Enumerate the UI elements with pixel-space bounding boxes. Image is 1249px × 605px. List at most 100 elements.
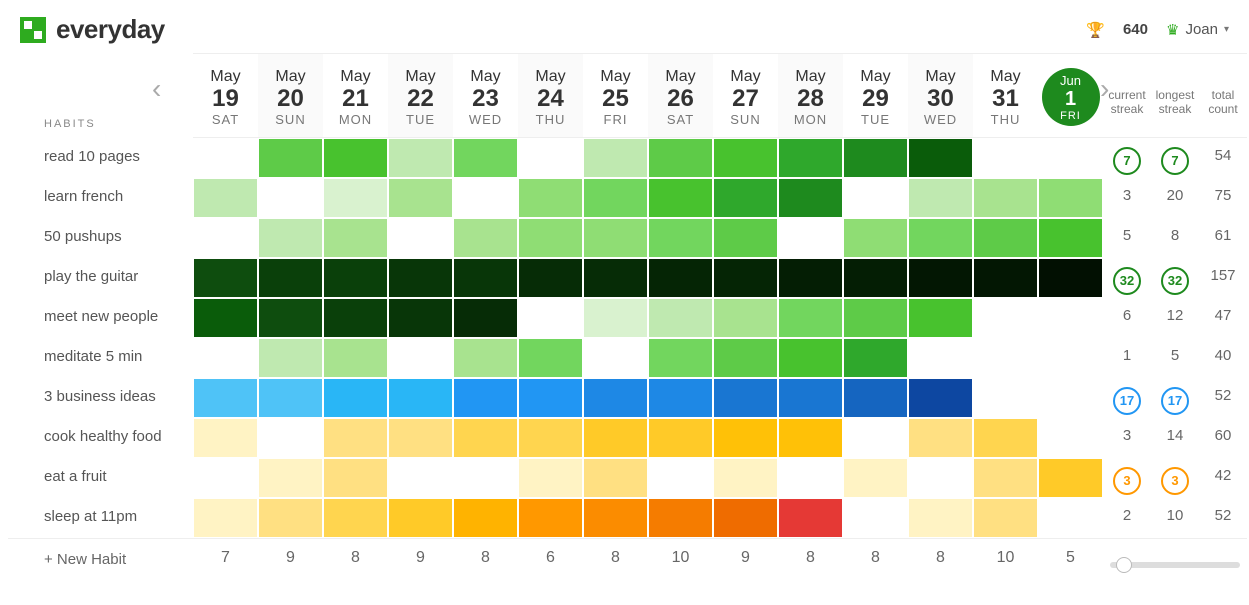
habit-cell[interactable] <box>583 498 648 538</box>
habit-cell[interactable] <box>388 218 453 258</box>
habit-cell[interactable] <box>908 178 973 218</box>
habit-cell[interactable] <box>323 458 388 498</box>
habit-cell[interactable] <box>323 338 388 378</box>
habit-name[interactable]: 50 pushups <box>8 218 193 258</box>
habit-cell[interactable] <box>648 378 713 418</box>
habit-cell[interactable] <box>908 418 973 458</box>
habit-cell[interactable] <box>583 138 648 178</box>
habit-cell[interactable] <box>778 138 843 178</box>
habit-cell[interactable] <box>648 218 713 258</box>
habit-cell[interactable] <box>778 458 843 498</box>
habit-cell[interactable] <box>973 298 1038 338</box>
habit-cell[interactable] <box>453 178 518 218</box>
habit-cell[interactable] <box>518 418 583 458</box>
habit-cell[interactable] <box>388 138 453 178</box>
habit-cell[interactable] <box>258 258 323 298</box>
habit-cell[interactable] <box>518 178 583 218</box>
habit-cell[interactable] <box>908 258 973 298</box>
habit-cell[interactable] <box>843 138 908 178</box>
habit-cell[interactable] <box>323 498 388 538</box>
habit-cell[interactable] <box>323 258 388 298</box>
zoom-slider[interactable] <box>1110 562 1240 568</box>
habit-cell[interactable] <box>193 458 258 498</box>
habit-cell[interactable] <box>713 418 778 458</box>
habit-cell[interactable] <box>908 498 973 538</box>
date-header[interactable]: May26SAT <box>648 53 713 138</box>
habit-cell[interactable] <box>323 378 388 418</box>
habit-cell[interactable] <box>193 138 258 178</box>
habit-cell[interactable] <box>778 378 843 418</box>
habit-cell[interactable] <box>778 298 843 338</box>
habit-cell[interactable] <box>193 338 258 378</box>
habit-cell[interactable] <box>388 298 453 338</box>
habit-cell[interactable] <box>843 178 908 218</box>
habit-cell[interactable] <box>453 138 518 178</box>
new-habit-button[interactable]: + New Habit <box>8 538 193 580</box>
habit-cell[interactable] <box>258 338 323 378</box>
habit-cell[interactable] <box>648 138 713 178</box>
habit-cell[interactable] <box>323 138 388 178</box>
habit-cell[interactable] <box>1038 298 1103 338</box>
habit-cell[interactable] <box>778 338 843 378</box>
habit-cell[interactable] <box>518 338 583 378</box>
habit-cell[interactable] <box>1038 378 1103 418</box>
habit-cell[interactable] <box>388 458 453 498</box>
habit-cell[interactable] <box>778 498 843 538</box>
habit-cell[interactable] <box>453 378 518 418</box>
habit-cell[interactable] <box>908 338 973 378</box>
habit-cell[interactable] <box>258 178 323 218</box>
habit-cell[interactable] <box>843 498 908 538</box>
habit-cell[interactable] <box>1038 178 1103 218</box>
habit-cell[interactable] <box>713 258 778 298</box>
habit-cell[interactable] <box>843 458 908 498</box>
habit-cell[interactable] <box>193 498 258 538</box>
habit-cell[interactable] <box>648 498 713 538</box>
habit-cell[interactable] <box>193 218 258 258</box>
habit-cell[interactable] <box>258 378 323 418</box>
habit-cell[interactable] <box>453 258 518 298</box>
habit-cell[interactable] <box>518 378 583 418</box>
habit-cell[interactable] <box>1038 498 1103 538</box>
habit-cell[interactable] <box>1038 418 1103 458</box>
habit-cell[interactable] <box>973 218 1038 258</box>
habit-cell[interactable] <box>258 418 323 458</box>
habit-cell[interactable] <box>323 298 388 338</box>
date-header[interactable]: May21MON <box>323 53 388 138</box>
habit-cell[interactable] <box>258 498 323 538</box>
habit-cell[interactable] <box>648 458 713 498</box>
habit-name[interactable]: 3 business ideas <box>8 378 193 418</box>
habit-cell[interactable] <box>713 218 778 258</box>
date-header[interactable]: May20SUN <box>258 53 323 138</box>
habit-cell[interactable] <box>193 258 258 298</box>
habit-cell[interactable] <box>193 178 258 218</box>
habit-cell[interactable] <box>388 258 453 298</box>
habit-name[interactable]: cook healthy food <box>8 418 193 458</box>
habit-cell[interactable] <box>583 178 648 218</box>
habit-cell[interactable] <box>583 418 648 458</box>
habit-cell[interactable] <box>778 418 843 458</box>
habit-cell[interactable] <box>193 418 258 458</box>
habit-cell[interactable] <box>973 338 1038 378</box>
date-header[interactable]: May29TUE <box>843 53 908 138</box>
habit-cell[interactable] <box>713 458 778 498</box>
habit-cell[interactable] <box>583 218 648 258</box>
habit-cell[interactable] <box>258 218 323 258</box>
habit-cell[interactable] <box>908 138 973 178</box>
habit-name[interactable]: eat a fruit <box>8 458 193 498</box>
habit-cell[interactable] <box>388 418 453 458</box>
habit-cell[interactable] <box>973 498 1038 538</box>
habit-cell[interactable] <box>713 138 778 178</box>
habit-cell[interactable] <box>1038 338 1103 378</box>
date-header[interactable]: May30WED <box>908 53 973 138</box>
habit-cell[interactable] <box>388 378 453 418</box>
habit-cell[interactable] <box>973 418 1038 458</box>
habit-cell[interactable] <box>973 378 1038 418</box>
habit-cell[interactable] <box>388 178 453 218</box>
habit-name[interactable]: meditate 5 min <box>8 338 193 378</box>
habit-name[interactable]: read 10 pages <box>8 138 193 178</box>
habit-name[interactable]: meet new people <box>8 298 193 338</box>
habit-cell[interactable] <box>843 338 908 378</box>
habit-cell[interactable] <box>1038 218 1103 258</box>
date-header[interactable]: May25FRI <box>583 53 648 138</box>
user-menu[interactable]: ♛ Joan ▾ <box>1166 21 1229 39</box>
